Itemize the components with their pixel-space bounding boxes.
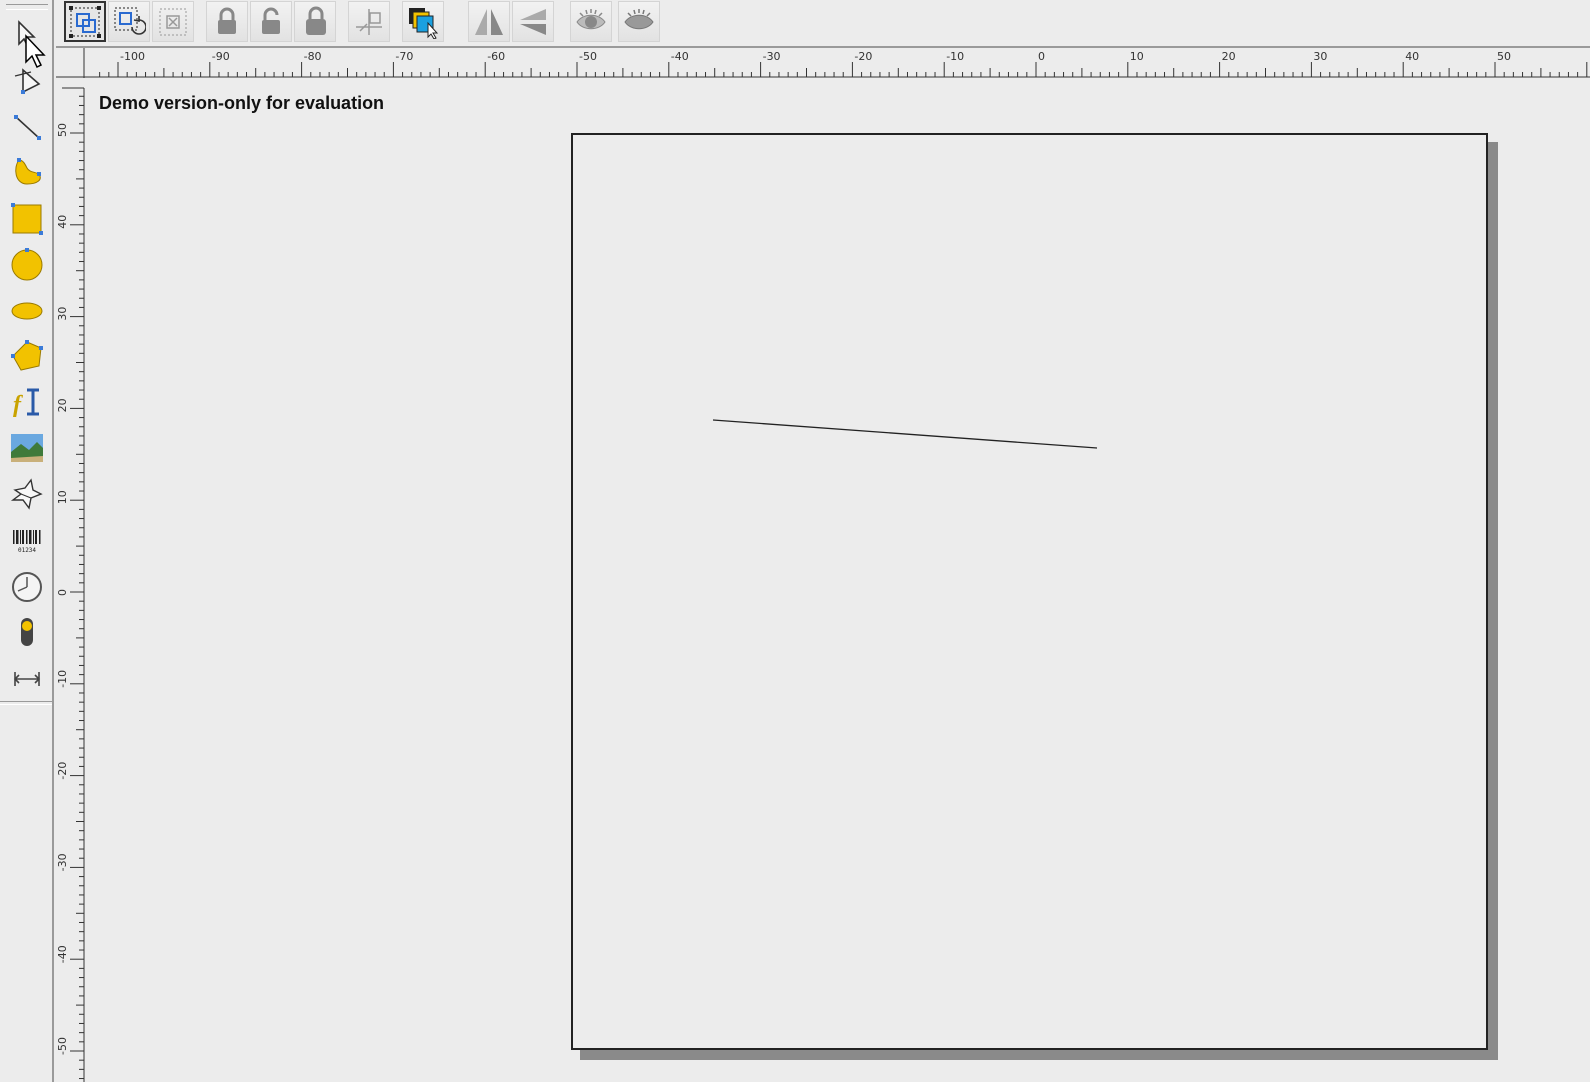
curve-tool-icon [15,158,41,185]
star-tool-icon [10,478,43,510]
ruler-label: 30 [56,307,69,321]
ruler-label: 10 [56,490,69,504]
unlock-icon [262,7,280,34]
star-tool[interactable] [5,472,49,516]
group-select-button[interactable] [64,1,106,42]
toolbox-divider [0,701,52,705]
toolbox: f 01234 [0,0,54,1082]
ruler-label: -60 [487,50,505,63]
text-tool-icon: f [13,388,39,418]
ruler-label: 20 [56,398,69,412]
demo-notice: Demo version-only for evaluation [99,93,385,113]
vertical-ruler[interactable]: 50 40 30 20 10 0 -10 -20 -30 -40 -50 [54,78,86,1082]
dimension-tool-icon [13,672,41,686]
rectangle-tool[interactable] [5,196,49,240]
drawing-page[interactable] [571,133,1488,1050]
flip-horizontal-icon [475,8,503,35]
polygon-tool[interactable] [5,334,49,378]
ruler-label: 10 [1130,50,1144,63]
lock-all-button[interactable] [294,1,336,42]
ruler-label: 0 [56,589,69,596]
lock-icon [218,7,236,34]
rectangle-tool-icon [11,203,43,235]
show-button[interactable] [570,1,612,42]
dimension-tool[interactable] [5,656,49,700]
text-tool[interactable]: f [5,380,49,424]
barcode-digits: 01234 [18,547,36,554]
show-icon [576,8,606,29]
hide-icon [624,8,654,29]
layers-icon [409,7,439,39]
curve-tool[interactable] [5,150,49,194]
ruler-label: -90 [212,50,230,63]
rotate-select-icon [114,7,146,35]
hide-button[interactable] [618,1,660,42]
ungroup-button[interactable] [152,1,194,42]
ruler-label: -30 [56,853,69,871]
ruler-label: -100 [120,50,145,63]
ruler-label: -50 [56,1037,69,1055]
ruler-label: 30 [1313,50,1327,63]
clock-tool-icon [12,572,42,602]
circle-tool[interactable] [5,242,49,286]
flip-horizontal-button[interactable] [468,1,510,42]
ruler-label: 50 [56,123,69,137]
align-icon [356,8,382,35]
rotate-select-button[interactable] [108,1,150,42]
ruler-label: -80 [304,50,322,63]
ruler-label: -40 [56,945,69,963]
line-tool-icon [14,115,41,140]
flip-vertical-icon [520,8,546,35]
svg-text:f: f [13,392,23,418]
mouse-cursor-icon [25,34,46,69]
layers-button[interactable] [402,1,444,42]
horizontal-ruler[interactable]: -100 -90 -80 -70 -60 -50 -40 -30 -20 -10 0 10 20 30 40… [56,48,1590,78]
polygon-tool-icon [11,340,43,371]
ellipse-tool-icon [11,302,43,320]
circle-tool-icon [11,248,43,281]
ruler-label: 40 [1405,50,1419,63]
ruler-label: -40 [671,50,689,63]
ruler-label: 0 [1038,50,1045,63]
horizontal-ruler-scale: -100 -90 -80 -70 -60 -50 -40 -30 -20 -10 0 10 20 30 40… [56,48,1590,78]
barcode-tool-icon: 01234 [13,530,41,554]
toolbox-grip[interactable] [6,4,48,10]
ruler-label: -10 [946,50,964,63]
switch-tool[interactable] [5,610,49,654]
ruler-label: -20 [56,762,69,780]
clock-tool[interactable] [5,564,49,608]
ruler-label: 40 [56,215,69,229]
ruler-label: -10 [56,670,69,688]
ruler-label: -50 [579,50,597,63]
toolbar [56,0,1590,48]
flip-vertical-button[interactable] [512,1,554,42]
line-tool[interactable] [5,104,49,148]
align-button[interactable] [348,1,390,42]
ruler-label: -70 [395,50,413,63]
ungroup-icon [159,8,187,35]
lock-all-icon [306,6,326,35]
image-tool[interactable] [5,426,49,470]
group-select-icon [69,5,101,38]
lock-button[interactable] [206,1,248,42]
ellipse-tool[interactable] [5,288,49,332]
unlock-button[interactable] [250,1,292,42]
ruler-label: 20 [1222,50,1236,63]
ruler-label: -30 [763,50,781,63]
barcode-tool[interactable]: 01234 [5,518,49,562]
image-tool-icon [11,434,43,462]
ruler-label: 50 [1497,50,1511,63]
vertical-ruler-scale: 50 40 30 20 10 0 -10 -20 -30 -40 -50 [56,87,85,1082]
switch-tool-icon [21,618,33,646]
ruler-label: -20 [854,50,872,63]
